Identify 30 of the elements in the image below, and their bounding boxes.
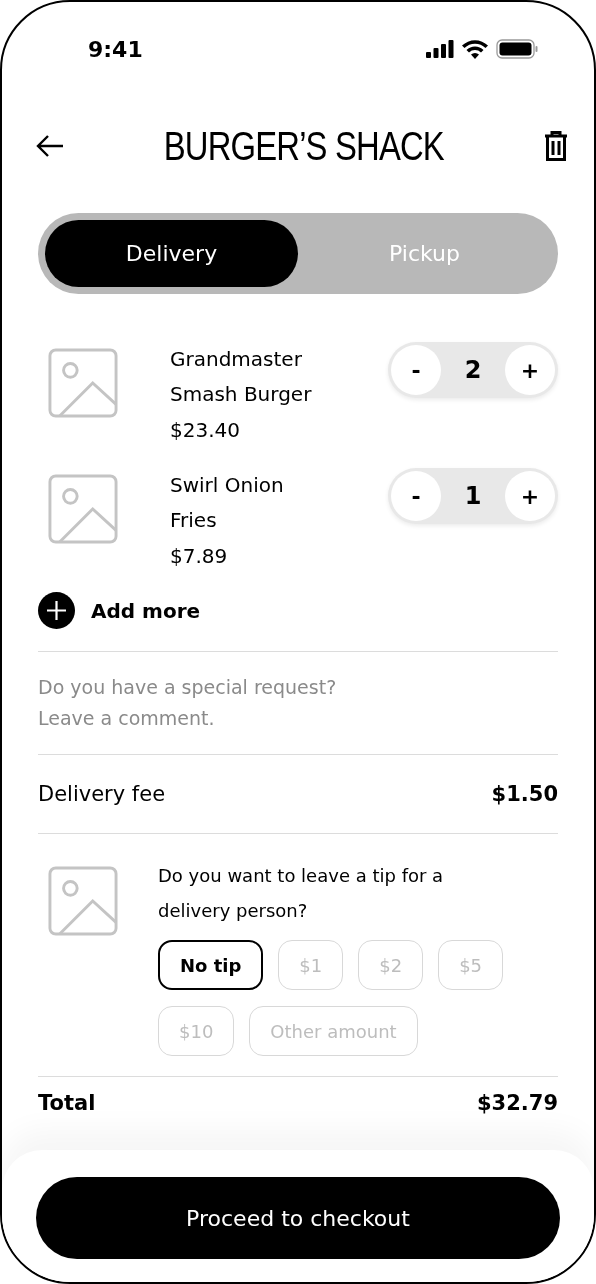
item-price: $23.40	[170, 418, 241, 442]
total-value: $32.79	[476, 1091, 558, 1115]
item-price: $7.89	[170, 544, 229, 568]
item-name: Swirl Onion Fries	[170, 472, 285, 534]
status-time: 9:41	[88, 36, 143, 62]
add-more-link[interactable]: Add more	[91, 598, 201, 623]
total-label: Total	[38, 1091, 96, 1115]
back-arrow-icon[interactable]	[36, 134, 64, 158]
item-quantity: 2	[464, 356, 482, 384]
signal-icon	[426, 40, 454, 58]
battery-icon	[496, 39, 538, 59]
increase-button[interactable]: +	[505, 471, 555, 521]
increase-button[interactable]: +	[505, 345, 555, 395]
item-name: Grandmaster Smash Burger	[170, 346, 313, 408]
image-placeholder-icon	[48, 474, 118, 544]
delivery-fee-value: $1.50	[491, 782, 558, 806]
add-icon[interactable]	[38, 592, 75, 629]
order-type-tab[interactable]: Delivery	[45, 220, 298, 287]
checkout-button[interactable]: Proceed to checkout	[36, 1177, 560, 1259]
decrease-button[interactable]: -	[391, 345, 441, 395]
wifi-icon	[462, 39, 488, 59]
image-placeholder-icon	[48, 348, 118, 418]
tip-question: Do you want to leave a tip for a delivery person?	[158, 864, 445, 923]
item-quantity: 1	[464, 482, 482, 510]
image-placeholder-icon	[48, 866, 118, 936]
trash-icon[interactable]	[544, 131, 568, 161]
decrease-button[interactable]: -	[391, 471, 441, 521]
tip-option[interactable]: No tip	[158, 940, 264, 990]
delivery-fee-label: Delivery fee	[38, 782, 166, 806]
restaurant-title: BURGER’S SHACK	[163, 123, 445, 169]
